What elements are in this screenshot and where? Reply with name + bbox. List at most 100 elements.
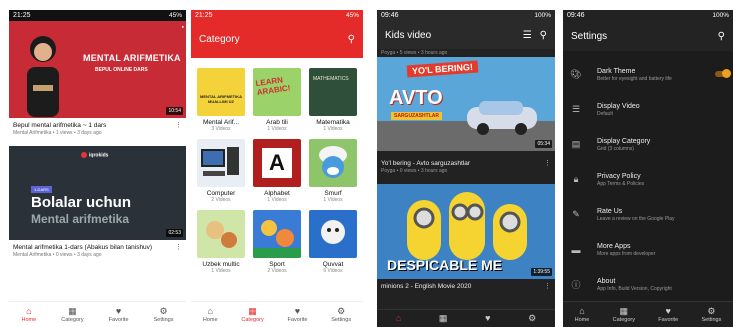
category-item[interactable]: LEARN ARABIC! Arab tili 1 Videos [252,68,302,132]
category-count: 1 Videos [211,268,231,274]
more-icon[interactable]: ⋮ [175,244,182,252]
category-thumbnail [197,139,245,187]
nav-home[interactable]: ⌂ Home [22,306,37,323]
category-item[interactable]: Sport 2 Videos [252,210,302,274]
category-name: Sport [269,261,285,268]
home-icon: ⌂ [579,306,585,316]
thumbnail-text: MATHEMATICS [313,76,349,82]
setting-subtitle: Better for eyesight and battery life [597,75,672,82]
nav-favorite[interactable]: ♥ [485,313,490,324]
nav-settings[interactable]: ⚙ [528,313,536,324]
settings-about[interactable]: ⓘ About App Info, Build Version, Copyrigh… [563,267,733,302]
settings-display-video[interactable]: ☰ Display Video Default [563,92,733,127]
category-item[interactable]: Computer 2 Videos [196,139,246,203]
category-item[interactable]: Quvvat 6 Videos [308,210,358,274]
video-thumbnail[interactable]: YO'L BERING! AVTO SARGUZASHTLAR 05:34 [377,57,555,151]
category-item[interactable]: A Alphabet 1 Videos [252,139,302,203]
video-meta: Mental Arifmetika • 0 views • 3 days ago [13,252,102,258]
search-icon[interactable]: ⚲ [348,34,355,45]
video-title[interactable]: Bepul mental arifmetika ~ 1 dars ⋮ [9,122,186,130]
nav-settings[interactable]: ⚙ Settings [331,306,351,323]
nav-label: Category [612,317,635,323]
settings-privacy-policy[interactable]: 🔒︎ Privacy Policy App Terms & Policies [563,162,733,197]
lock-icon: 🔒︎ [573,174,579,184]
list-icon: ☰ [571,104,581,114]
video-thumbnail[interactable]: DESPICABLE ME 1:39:55 [377,184,555,279]
setting-title: Display Category [597,137,651,145]
brand-label: iqrokids [81,152,108,158]
video-title-text: minions 2 - English Movie 2020 [381,283,472,290]
duration-badge: 02:53 [166,229,183,237]
nav-home[interactable]: ⌂ Home [575,306,590,323]
app-bar: Settings ⚲ [563,21,733,51]
grid-icon: ▦ [619,306,629,316]
cartoon-image [206,221,237,248]
category-thumbnail: LEARN ARABIC! [253,68,301,116]
video-thumbnail[interactable]: ● MENTAL ARIFMETIKA BEPUL ONLINE DARS 10… [9,21,186,118]
category-thumbnail [197,210,245,258]
search-icon[interactable]: ⚲ [718,31,725,42]
duration-badge: 1:39:55 [531,268,552,276]
more-icon[interactable]: ⋮ [544,282,551,291]
setting-title: Dark Theme [597,67,636,75]
nav-settings[interactable]: ⚙ Settings [154,306,174,323]
nav-category[interactable]: ▦ [439,313,448,324]
gear-icon: ⚙ [528,313,537,323]
thumbnail-text: LEARN ARABIC! [254,75,291,98]
video-title[interactable]: Mental arifmetika 1-dars (Abakus bilan t… [9,244,186,252]
nav-category[interactable]: ▦ Category [61,306,83,323]
more-icon[interactable]: ⋮ [175,122,182,130]
category-thumbnail: MATHEMATICS [309,68,357,116]
settings-rate-us[interactable]: ✎ Rate Us Leave a review on the Google Pl… [563,197,733,232]
nav-category[interactable]: ▦ Category [241,306,263,323]
category-count: 6 Videos [323,268,343,274]
nav-category[interactable]: ▦ Category [613,306,635,323]
more-icon[interactable]: ⋮ [544,159,551,168]
category-thumbnail [309,210,357,258]
category-name: Mental Arif... [202,119,240,126]
category-item[interactable]: Smurf 1 Videos [308,139,358,203]
category-count: 2 Videos [267,268,287,274]
nav-home[interactable]: ⌂ [396,313,401,324]
duration-badge: 05:34 [535,140,552,148]
setting-title: About [597,277,616,285]
video-title[interactable]: minions 2 - English Movie 2020 ⋮ [377,282,555,291]
dark-theme-toggle[interactable] [715,69,731,78]
nav-label: Favorite [108,317,129,323]
status-time: 21:25 [13,12,31,19]
nav-favorite[interactable]: ♥ Favorite [658,306,678,323]
category-count: 1 Videos [267,197,287,203]
lesson-chip: 1-DARS [31,186,52,193]
thumbnail-title: MENTAL ARIFMETIKA [83,53,181,63]
sort-icon[interactable]: ☰ [523,30,532,41]
category-name: Alphabet [264,190,290,197]
page-title: Category [199,34,240,45]
nav-label: Favorite [287,317,308,323]
more-apps-icon: ▬ [571,244,581,255]
video-title-text: Yo'l bering - Avto sarguzashtlar [381,160,471,167]
category-item[interactable]: MATHEMATICS Matematika 1 Videos [308,68,358,132]
nav-favorite[interactable]: ♥ Favorite [109,306,129,323]
video-title[interactable]: Yo'l bering - Avto sarguzashtlar ⋮ [377,159,555,168]
thumbnail-subtitle: Mental arifmetika [31,212,130,226]
thumbnail-title: AVTO [389,87,443,109]
app-bar: Category ⚲ [191,21,363,58]
category-item[interactable]: MENTAL ARIFMETIKA MUALLIMI UZ Mental Ari… [196,68,246,132]
phone-category: 21:25 45% Category ⚲ MENTAL ARIFMETIKA M… [191,10,363,327]
settings-dark-theme[interactable]: 🎨︎ Dark Theme Better for eyesight and bat… [563,57,733,92]
status-battery: 100% [534,12,551,19]
nav-settings[interactable]: ⚙ Settings [701,306,721,323]
screenshot-collage: 21:25 45% ● MENTAL ARIFMETIKA BEPUL ONLI… [0,0,733,327]
nav-home[interactable]: ⌂ Home [203,306,218,323]
thumbnail-title: Bolalar uchun [31,194,132,211]
home-icon: ⌂ [207,306,213,316]
search-icon[interactable]: ⚲ [540,30,547,41]
nav-label: Favorite [658,317,679,323]
category-item[interactable]: Uzbek multic 1 Videos [196,210,246,274]
settings-display-category[interactable]: ▤ Display Category Grid (3 columns) [563,127,733,162]
video-thumbnail[interactable]: iqrokids 1-DARS Bolalar uchun Mental ari… [9,146,186,240]
home-icon: ⌂ [395,313,402,323]
settings-more-apps[interactable]: ▬ More Apps More apps from developer [563,232,733,267]
nav-favorite[interactable]: ♥ Favorite [288,306,308,323]
gear-icon: ⚙ [159,306,168,316]
